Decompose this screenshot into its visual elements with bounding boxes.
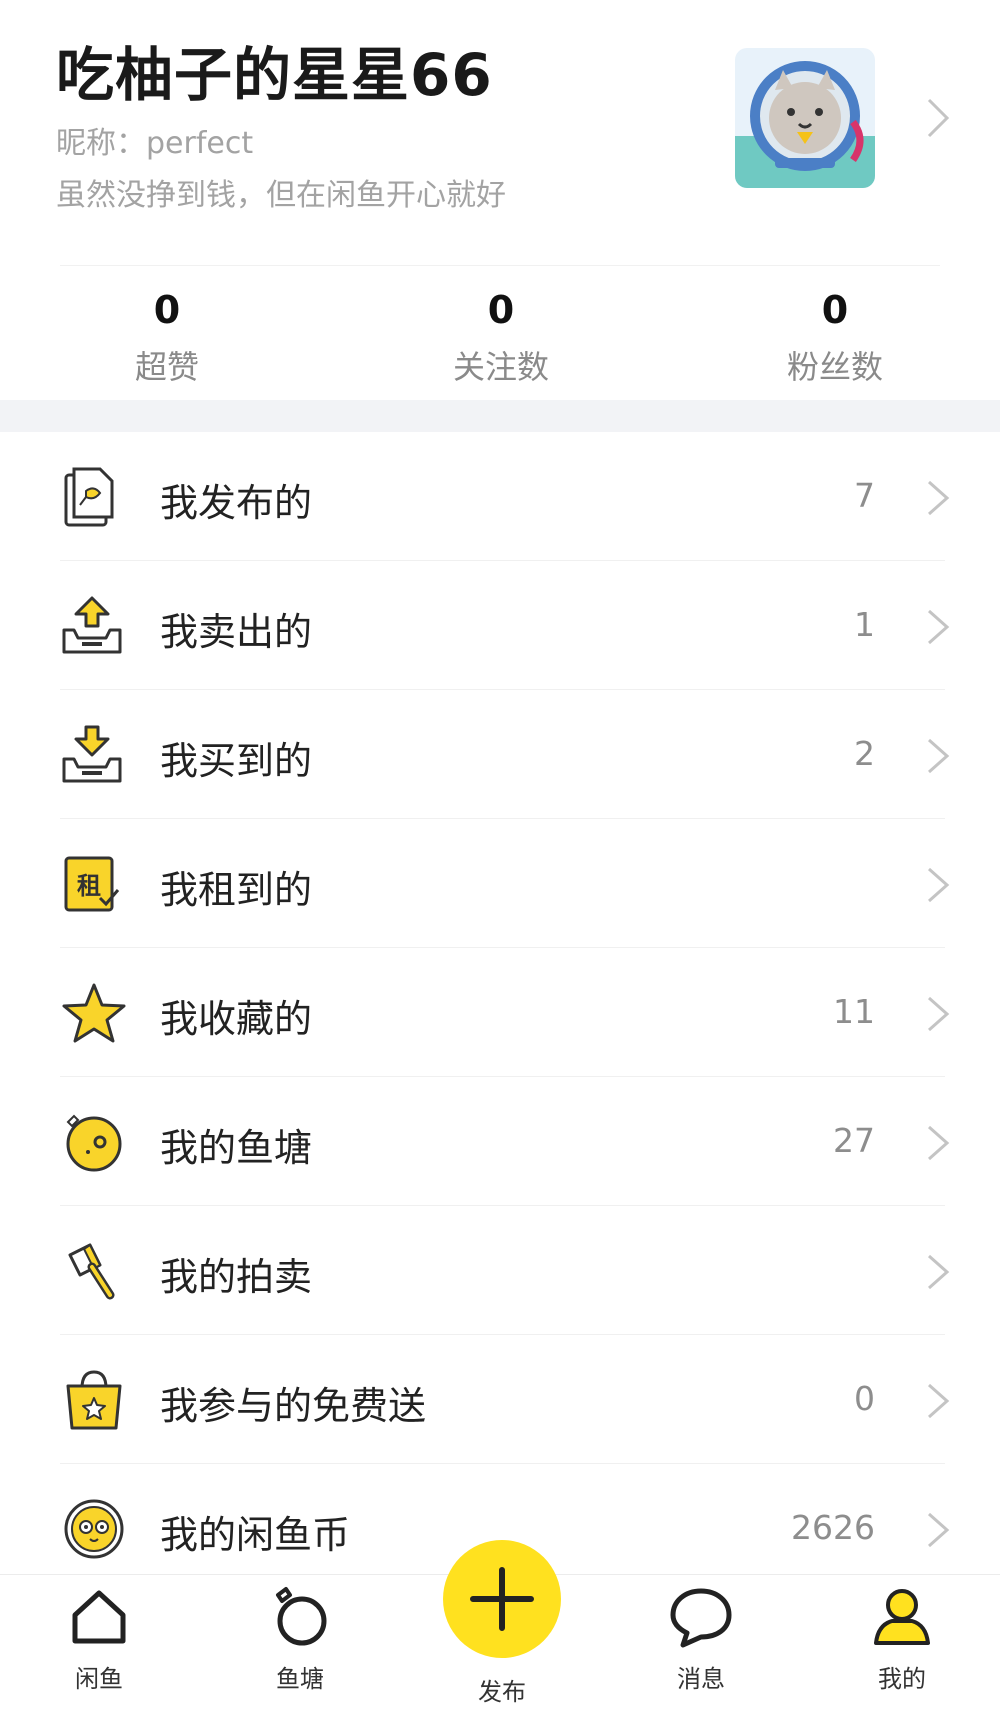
tab-label: 消息 bbox=[677, 1665, 725, 1693]
menu-item-count: 0 bbox=[854, 1379, 875, 1418]
stat-value: 0 bbox=[153, 288, 181, 332]
rent-icon-text: 租 bbox=[77, 872, 101, 900]
menu-item-label: 我租到的 bbox=[160, 868, 313, 912]
chevron-right-icon bbox=[925, 1252, 951, 1296]
menu-item-label: 我的鱼塘 bbox=[160, 1126, 313, 1170]
stat-following[interactable]: 0 关注数 bbox=[401, 286, 601, 388]
menu-item-count: 1 bbox=[854, 605, 875, 644]
profile-chevron-icon[interactable] bbox=[925, 96, 951, 144]
divider bbox=[60, 265, 940, 266]
menu-item-label: 我卖出的 bbox=[160, 610, 313, 654]
person-icon bbox=[874, 1589, 930, 1645]
menu-item-bought[interactable]: 我买到的 2 bbox=[0, 690, 1000, 819]
gavel-icon bbox=[60, 1241, 128, 1301]
menu-item-count: 2626 bbox=[791, 1508, 875, 1547]
avatar[interactable] bbox=[735, 48, 875, 188]
menu-item-sold[interactable]: 我卖出的 1 bbox=[0, 561, 1000, 690]
publish-button[interactable] bbox=[443, 1540, 561, 1658]
tab-label: 鱼塘 bbox=[276, 1665, 324, 1693]
coin-icon bbox=[60, 1499, 128, 1559]
fishpond-tab-icon bbox=[276, 1587, 327, 1646]
menu-item-free-gifts[interactable]: 我参与的免费送 0 bbox=[0, 1335, 1000, 1464]
document-icon bbox=[60, 467, 128, 527]
menu-list: 我发布的 7 我卖出的 1 我买到的 2 租 我租到的 我收藏的 11 我的鱼塘… bbox=[0, 432, 1000, 1593]
nickname: 昵称：perfect bbox=[56, 126, 254, 161]
username: 吃柚子的星星66 bbox=[56, 41, 493, 109]
menu-item-fishpond[interactable]: 我的鱼塘 27 bbox=[0, 1077, 1000, 1206]
stat-likes[interactable]: 0 超赞 bbox=[67, 286, 267, 388]
menu-item-count: 7 bbox=[854, 476, 875, 515]
chevron-right-icon bbox=[925, 736, 951, 780]
section-gap bbox=[0, 400, 1000, 432]
tab-me[interactable]: 我的 bbox=[842, 1585, 962, 1694]
menu-item-favorites[interactable]: 我收藏的 11 bbox=[0, 948, 1000, 1077]
stat-fans[interactable]: 0 粉丝数 bbox=[735, 286, 935, 388]
star-icon bbox=[60, 983, 128, 1043]
message-icon bbox=[670, 1588, 732, 1648]
chevron-right-icon bbox=[925, 478, 951, 522]
stat-value: 0 bbox=[821, 288, 849, 332]
plus-icon bbox=[470, 1567, 534, 1631]
stat-label: 关注数 bbox=[452, 348, 549, 386]
menu-item-rented[interactable]: 租 我租到的 bbox=[0, 819, 1000, 948]
menu-item-count: 11 bbox=[833, 992, 875, 1031]
tab-messages[interactable]: 消息 bbox=[641, 1585, 761, 1694]
tab-label: 我的 bbox=[878, 1665, 926, 1693]
home-icon bbox=[72, 1590, 126, 1644]
gift-bag-icon bbox=[60, 1370, 128, 1430]
menu-item-label: 我参与的免费送 bbox=[160, 1384, 427, 1428]
menu-item-label: 我发布的 bbox=[160, 481, 313, 525]
chevron-right-icon bbox=[925, 1510, 951, 1554]
stat-value: 0 bbox=[487, 288, 515, 332]
stat-label: 粉丝数 bbox=[786, 348, 883, 386]
chevron-right-icon bbox=[925, 865, 951, 909]
rent-icon: 租 bbox=[60, 854, 128, 914]
menu-item-published[interactable]: 我发布的 7 bbox=[0, 432, 1000, 561]
bio: 虽然没挣到钱，但在闲鱼开心就好 bbox=[56, 178, 506, 213]
stat-label: 超赞 bbox=[134, 348, 199, 386]
chevron-right-icon bbox=[925, 1123, 951, 1167]
menu-item-label: 我收藏的 bbox=[160, 997, 313, 1041]
tab-label: 闲鱼 bbox=[75, 1665, 123, 1693]
tab-fishpond[interactable]: 鱼塘 bbox=[240, 1585, 360, 1694]
inbox-icon bbox=[60, 725, 128, 785]
chevron-right-icon bbox=[925, 1381, 951, 1425]
chevron-right-icon bbox=[925, 607, 951, 651]
menu-item-auction[interactable]: 我的拍卖 bbox=[0, 1206, 1000, 1335]
menu-item-label: 我的闲鱼币 bbox=[160, 1513, 351, 1557]
menu-item-label: 我的拍卖 bbox=[160, 1255, 313, 1299]
outbox-icon bbox=[60, 596, 128, 656]
fishpond-icon bbox=[60, 1112, 128, 1172]
tab-home[interactable]: 闲鱼 bbox=[39, 1585, 159, 1694]
profile-header[interactable]: 吃柚子的星星66 昵称：perfect 虽然没挣到钱，但在闲鱼开心就好 0 超赞… bbox=[0, 0, 1000, 400]
menu-item-count: 27 bbox=[833, 1121, 875, 1160]
menu-item-label: 我买到的 bbox=[160, 739, 313, 783]
tab-label-publish: 发布 bbox=[478, 1678, 526, 1706]
chevron-right-icon bbox=[925, 994, 951, 1038]
menu-item-count: 2 bbox=[854, 734, 875, 773]
